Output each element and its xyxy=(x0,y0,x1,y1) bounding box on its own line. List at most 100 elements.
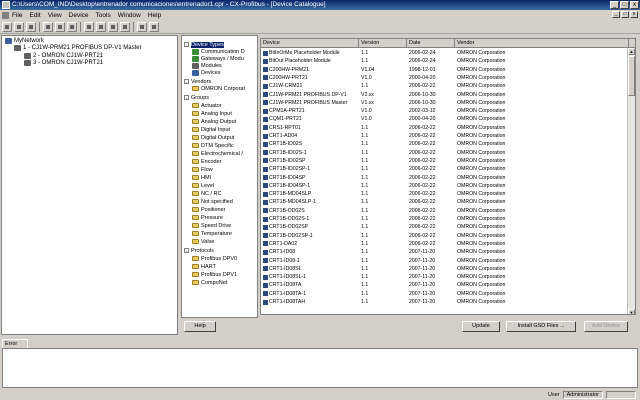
network-icon[interactable] xyxy=(108,21,118,32)
menu-file[interactable]: File xyxy=(12,12,22,19)
cat-child[interactable]: Gateways / Modu xyxy=(192,55,244,62)
cat-device-types[interactable]: - Device Types xyxy=(184,41,224,48)
table-row[interactable]: C200HW-PRM21 V1.04 1998-12-01 OMRON Corpora… xyxy=(261,66,629,74)
doc-close-button[interactable]: x xyxy=(630,11,638,18)
table-row[interactable]: CRT1B-OD02S 1.1 2006-02-22 OMRON Corporatio… xyxy=(261,207,629,215)
category-tree-pane[interactable]: - Device Types Communication D Gateways … xyxy=(181,35,258,318)
cat-child[interactable]: CompoNet xyxy=(192,279,227,286)
monitor-icon[interactable] xyxy=(120,21,130,32)
column-header-device[interactable]: Device xyxy=(261,39,359,48)
cat-child[interactable]: Electrochemical / xyxy=(192,150,243,157)
error-log-pane[interactable] xyxy=(2,348,638,388)
add-device-button[interactable]: Add Device xyxy=(584,321,628,332)
table-row[interactable]: CRT1-ID08TA 1.1 2007-11-20 OMRON Corporatio… xyxy=(261,281,629,289)
table-row[interactable]: BitInOrMe Placeholder Module 1.1 2006-02-2… xyxy=(261,49,629,57)
column-header-vendor[interactable]: Vendor xyxy=(455,39,629,48)
catalogue-icon[interactable] xyxy=(137,21,147,32)
collapse-icon[interactable]: - xyxy=(184,42,189,47)
cat-child[interactable]: HMI xyxy=(192,174,211,181)
table-row[interactable]: CRT1B-ID02SP 1.1 2006-02-22 OMRON Corporati… xyxy=(261,157,629,165)
table-row[interactable]: CRT1-ID08TAH 1.1 2007-11-20 OMRON Corporati… xyxy=(261,298,629,306)
collapse-icon[interactable]: - xyxy=(184,95,189,100)
cat-child[interactable]: Speed Drive xyxy=(192,222,231,229)
table-row[interactable]: CRT1B-ID02S 1.1 2006-02-22 OMRON Corporatio… xyxy=(261,140,629,148)
vertical-scrollbar[interactable]: ▲ ▼ xyxy=(627,48,635,314)
scroll-down-icon[interactable]: ▼ xyxy=(628,309,635,314)
cat-child[interactable]: Analog Input xyxy=(192,110,232,117)
table-row[interactable]: CPM1A-PRT21 V1.0 2002-03-12 OMRON Corporati… xyxy=(261,107,629,115)
table-row[interactable]: CRT1B-OD02SP-1 1.1 2006-02-22 OMRON Corpora… xyxy=(261,232,629,240)
table-row[interactable]: BitOut Placeholder Module 1.1 2006-02-24 OM… xyxy=(261,57,629,65)
table-row[interactable]: CRT1B-MD04SLP 1.1 2006-02-22 OMRON Corporat… xyxy=(261,190,629,198)
table-row[interactable]: CRT1-DA02 1.1 2006-02-22 OMRON Corporation xyxy=(261,240,629,248)
table-row[interactable]: CJ1W-PRM21 PROFIBUS Master V1.xx 2006-10-3… xyxy=(261,99,629,107)
doc-restore-button[interactable]: □ xyxy=(621,11,629,18)
table-row[interactable]: CRT1B-ID04SP-1 1.1 2006-02-22 OMRON Corpora… xyxy=(261,182,629,190)
table-row[interactable]: CRT1-ID08 1.1 2007-11-20 OMRON Corporation xyxy=(261,248,629,256)
menu-device[interactable]: Device xyxy=(69,12,89,19)
tree-slave[interactable]: 3 - OMRON CJ1W-PRT21 xyxy=(24,60,103,66)
table-row[interactable]: CQM1-PRT21 V1.0 2000-04-20 OMRON Corporatio… xyxy=(261,115,629,123)
table-row[interactable]: CRT1-AD04 1.1 2006-02-22 OMRON Corporation xyxy=(261,132,629,140)
table-row[interactable]: CRT1B-ID02SP-1 1.1 2006-02-22 OMRON Corpora… xyxy=(261,165,629,173)
scroll-up-icon[interactable]: ▲ xyxy=(628,48,635,55)
doc-minimize-button[interactable]: _ xyxy=(612,11,620,18)
table-row[interactable]: CRT1B-OD02SP 1.1 2006-02-22 OMRON Corporati… xyxy=(261,223,629,231)
menu-tools[interactable]: Tools xyxy=(96,12,111,19)
paste-icon[interactable] xyxy=(67,21,77,32)
update-button[interactable]: Update xyxy=(462,321,500,332)
cat-child[interactable]: DTM Specific xyxy=(192,142,234,149)
table-row[interactable]: CRT1-ID08SL 1.1 2007-11-20 OMRON Corporatio… xyxy=(261,265,629,273)
help-icon[interactable] xyxy=(149,21,159,32)
cat-child[interactable]: Not specified xyxy=(192,198,233,205)
table-row[interactable]: CRT1B-OD02S-1 1.1 2006-02-22 OMRON Corporat… xyxy=(261,215,629,223)
cat-child[interactable]: Actuator xyxy=(192,102,221,109)
collapse-icon[interactable]: - xyxy=(184,79,189,84)
copy-icon[interactable] xyxy=(55,21,65,32)
error-log-tab[interactable]: Error Log xyxy=(2,339,28,355)
cat-child[interactable]: Positioner xyxy=(192,206,225,213)
table-row[interactable]: CRT1-ID08SL-1 1.1 2007-11-20 OMRON Corporat… xyxy=(261,273,629,281)
menu-edit[interactable]: Edit xyxy=(29,12,40,19)
table-row[interactable]: CJ1W-PRM21 PROFIBUS DP-V1 V2.xx 2006-10-30… xyxy=(261,91,629,99)
cat-child[interactable]: Level xyxy=(192,182,214,189)
cat-child[interactable]: Temperature xyxy=(192,230,232,237)
close-button[interactable]: x xyxy=(630,1,639,9)
cat-child[interactable]: Flow xyxy=(192,166,213,173)
table-row[interactable]: CRT1-ID08-1 1.1 2007-11-20 OMRON Corporatio… xyxy=(261,257,629,265)
table-row[interactable]: CRT1B-ID02S-1 1.1 2006-02-22 OMRON Corporat… xyxy=(261,149,629,157)
menu-view[interactable]: View xyxy=(48,12,62,19)
tree-root[interactable]: MyNetwork xyxy=(5,38,44,44)
table-row[interactable]: CJ1W-CRM21 1.1 2006-02-22 OMRON Corporation xyxy=(261,82,629,90)
device-table[interactable]: Device Version Date Vendor BitInOrMe Pla… xyxy=(260,38,636,315)
network-tree-pane[interactable]: MyNetwork 1 - CJ1W-PRM21 PROFIBUS DP-V1 … xyxy=(1,35,178,335)
cat-child[interactable]: Analog Output xyxy=(192,118,236,125)
cat-child[interactable]: Devices xyxy=(192,69,221,76)
tree-slave[interactable]: 2 - OMRON CJ1W-PRT21 xyxy=(24,53,103,59)
download-icon[interactable] xyxy=(96,21,106,32)
cat-protocols[interactable]: - Protocols xyxy=(184,247,214,254)
column-header-version[interactable]: Version xyxy=(359,39,407,48)
cat-child[interactable]: Profibus DPV0 xyxy=(192,255,237,262)
column-header-date[interactable]: Date xyxy=(407,39,455,48)
upload-icon[interactable] xyxy=(84,21,94,32)
scroll-thumb[interactable] xyxy=(628,56,635,96)
tree-master[interactable]: 1 - CJ1W-PRM21 PROFIBUS DP-V1 Master xyxy=(14,45,142,51)
menu-window[interactable]: Window xyxy=(118,12,141,19)
cut-icon[interactable] xyxy=(43,21,53,32)
install-gsd-button[interactable]: Install GSD Files ... xyxy=(506,321,576,332)
table-row[interactable]: CRT1B-MD04SLP-1 1.1 2006-02-22 OMRON Corpor… xyxy=(261,198,629,206)
cat-child[interactable]: Digital Output xyxy=(192,134,234,141)
help-button[interactable]: Help xyxy=(184,321,216,332)
menu-help[interactable]: Help xyxy=(148,12,161,19)
table-row[interactable]: CRT1-ID08TA-1 1.1 2007-11-20 OMRON Corporat… xyxy=(261,290,629,298)
cat-child[interactable]: Modules xyxy=(192,62,222,69)
cat-vendors[interactable]: - Vendors xyxy=(184,78,211,85)
new-icon[interactable] xyxy=(2,21,12,32)
cat-child[interactable]: HART xyxy=(192,263,216,270)
open-icon[interactable] xyxy=(14,21,24,32)
save-icon[interactable] xyxy=(26,21,36,32)
table-row[interactable]: CRS1-RPT01 1.1 2006-02-22 OMRON Corporation xyxy=(261,124,629,132)
cat-child[interactable]: Digital Input xyxy=(192,126,230,133)
minimize-button[interactable]: _ xyxy=(610,1,619,9)
